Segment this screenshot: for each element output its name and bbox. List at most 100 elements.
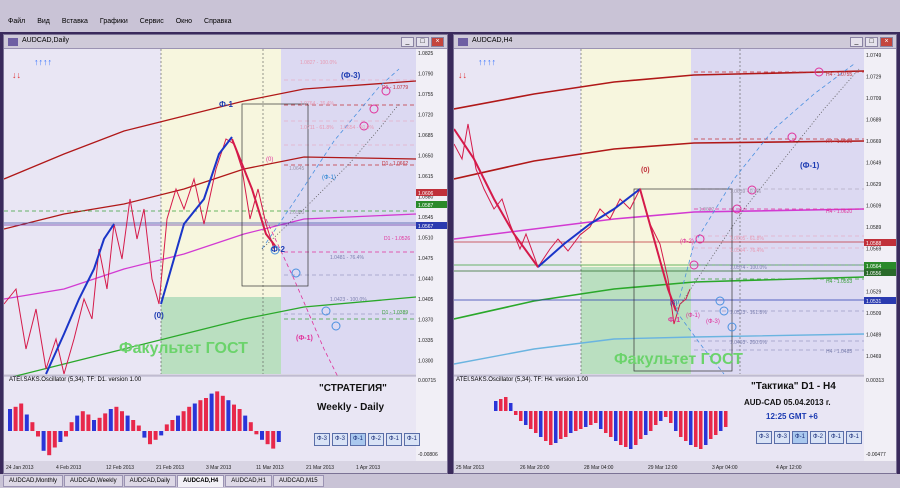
tick-label: 1.0685 (418, 133, 434, 139)
menu-item[interactable]: Сервис (136, 15, 168, 29)
chart-window-daily[interactable]: AUDCAD,Daily _ □ × 1.0825 1.0790 1.0755 1.0… (3, 34, 448, 474)
chart-icon (458, 38, 468, 46)
menu-item[interactable]: Графики (96, 15, 132, 29)
oscillator-bar (719, 411, 723, 431)
window-titlebar[interactable]: AUDCAD,Daily _ □ × (4, 35, 447, 49)
tick-label: 25 Mar 2013 (456, 465, 484, 471)
oscillator-bar (52, 431, 57, 448)
label-phi1: (Ф-1) (800, 161, 820, 170)
tick-label: 21 Mar 2013 (306, 465, 334, 471)
maximize-button[interactable]: □ (865, 37, 878, 47)
tick-label: 1.0629 (866, 182, 882, 188)
chart-tab[interactable]: AUDCAD,Daily (123, 475, 176, 487)
oscillator-bar (559, 411, 563, 439)
maximize-button[interactable]: □ (416, 37, 429, 47)
chart-tab[interactable]: AUDCAD,H1 (225, 475, 272, 487)
oscillator-bar (604, 411, 608, 433)
minimize-button[interactable]: _ (401, 37, 414, 47)
close-button[interactable]: × (431, 37, 444, 47)
up-arrows-icon: ↑↑↑↑ (478, 57, 496, 67)
chart-tab[interactable]: AUDCAD,Weekly (64, 475, 123, 487)
h4-level: H4 - 1.0688 (826, 139, 853, 145)
oscillator-bar (649, 411, 653, 431)
phi-button[interactable]: Ф-1 (386, 433, 402, 446)
chart-tab[interactable]: AUDCAD,Monthly (3, 475, 64, 487)
phi-button[interactable]: Ф-1 (404, 433, 420, 446)
oscillator-bar (204, 398, 208, 431)
menu-item[interactable]: Файл (4, 15, 29, 29)
tick-label: 1.0669 (866, 139, 882, 145)
oscillator-bar (237, 409, 242, 431)
oscillator-bar (8, 409, 12, 431)
oscillator-bar (13, 406, 18, 431)
tick-label: 1.0609 (866, 204, 882, 210)
chart-tab[interactable]: AUDCAD,M15 (272, 475, 324, 487)
fib-level: 1.0764 - 76.4% (300, 101, 334, 107)
tick-label: 1.0469 (866, 354, 882, 360)
chart-window-h4[interactable]: AUDCAD,H4 _ □ × 1.0749 1.0729 1.0709 1.0689… (453, 34, 897, 474)
phi-button[interactable]: Ф-1 (792, 431, 808, 444)
price-tag-label: 1.0588 (866, 241, 882, 247)
phi-button[interactable]: Ф-3 (332, 433, 348, 446)
phi-button[interactable]: Ф-2 (810, 431, 826, 444)
tick-label: 1.0440 (418, 277, 434, 283)
oscillator-bar (47, 431, 52, 456)
menu-item[interactable]: Вид (33, 15, 54, 29)
oscillator-label: ATEI.SAKS.Oscillator (5,34). TF: D1. ver… (9, 377, 142, 383)
phi-button[interactable]: Ф-1 (846, 431, 862, 444)
oscillator-bar (97, 417, 102, 431)
oscillator-bar (159, 431, 164, 436)
menu-item[interactable]: Окно (172, 15, 196, 29)
chart-tab[interactable]: AUDCAD,H4 (176, 475, 225, 487)
phi-button[interactable]: Ф-3 (756, 431, 772, 444)
oscillator-bar (86, 414, 91, 431)
phi-button[interactable]: Ф-3 (314, 433, 330, 446)
menu-item[interactable]: Справка (200, 15, 235, 29)
tick-label: 1.0650 (418, 154, 434, 160)
minimize-button[interactable]: _ (850, 37, 863, 47)
label-phi1-top: Ф-1 (219, 100, 233, 109)
d1-level: D1 - 1.0389 (382, 310, 409, 316)
menu-item[interactable]: Вставка (58, 15, 92, 29)
phi-button[interactable]: Ф-3 (774, 431, 790, 444)
oscillator-bar (504, 397, 508, 411)
oscillator-bar (569, 411, 573, 433)
price-scale (416, 49, 447, 461)
fib-level: 1.0583 (289, 210, 305, 216)
fib-level: 1.0711 - 61.8% (300, 125, 334, 131)
oscillator-bar (499, 399, 503, 411)
oscillator-bar (80, 411, 85, 431)
fib-level: 1.0622 (699, 207, 715, 213)
oscillator-bar (271, 431, 276, 449)
oscillator-label: ATEI.SAKS.Oscillator (5,34). TF: H4. ver… (456, 377, 589, 383)
tick-label: 3 Mar 2013 (206, 465, 232, 471)
window-title: AUDCAD,H4 (472, 37, 513, 44)
strategy-subtitle: Weekly - Daily (317, 402, 385, 413)
oscillator-bar (220, 395, 225, 431)
tick-label: 1.0529 (866, 290, 882, 296)
tick-label: 1.0689 (866, 118, 882, 124)
label-phi1-mid: (Ф-1) (322, 175, 336, 181)
phi-button[interactable]: Ф-1 (350, 433, 366, 446)
phi-button-bar: Ф-3 Ф-3 Ф-1 Ф-2 Ф-1 Ф-1 (314, 433, 420, 446)
oscillator-bar (549, 411, 553, 445)
chart-tabs: AUDCAD,Monthly AUDCAD,Weekly AUDCAD,Daily A… (0, 474, 900, 488)
tick-label: 1 Apr 2013 (356, 465, 380, 471)
close-button[interactable]: × (880, 37, 893, 47)
oscillator-bar (669, 411, 673, 423)
price-tag-label: 1.0606 (418, 191, 434, 197)
phi-button[interactable]: Ф-1 (828, 431, 844, 444)
fib-level: 1.0654 - 50.0% (340, 125, 374, 131)
price-tag-label: 1.0587 (418, 203, 434, 209)
oscillator-bar (103, 413, 108, 431)
h4-price-chart[interactable]: 1.0749 1.0729 1.0709 1.0689 1.0669 1.0649 1.06… (454, 49, 896, 473)
price-tag-label: 1.0567 (418, 224, 434, 230)
tick-label: 1.0749 (866, 53, 882, 59)
oscillator-bar (494, 401, 498, 411)
h4-level: H4 - 1.0553 (826, 279, 853, 285)
tick-label: 4 Feb 2013 (56, 465, 82, 471)
phi-button[interactable]: Ф-2 (368, 433, 384, 446)
menu-bar: Файл Вид Вставка Графики Сервис Окно Справка (0, 0, 900, 32)
watermark-text: Факультет ГОСТ (119, 340, 248, 357)
window-titlebar[interactable]: AUDCAD,H4 _ □ × (454, 35, 896, 49)
